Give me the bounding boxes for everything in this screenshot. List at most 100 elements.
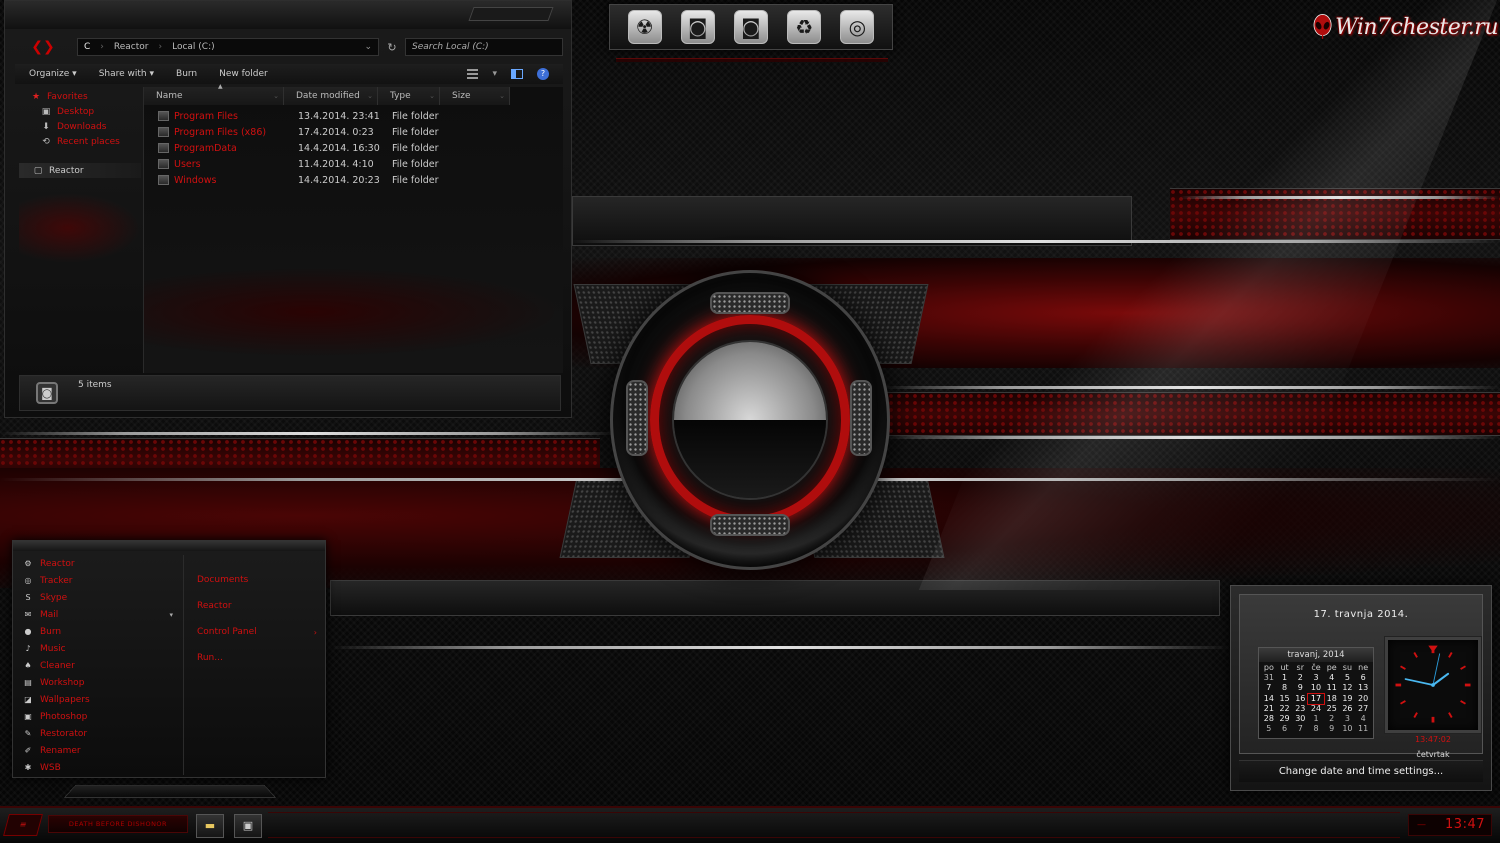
table-row[interactable]: Program Files 13.4.2014. 23:41 File fold…: [144, 109, 563, 125]
table-row[interactable]: ProgramData 14.4.2014. 16:30 File folder: [144, 141, 563, 157]
start-menu-item-reactor[interactable]: ⚙ Reactor: [23, 555, 175, 572]
calendar-day[interactable]: 22: [1277, 704, 1293, 714]
calendar-day[interactable]: 26: [1340, 704, 1356, 714]
burn-button[interactable]: Burn: [176, 69, 197, 79]
calendar-day[interactable]: 7: [1261, 683, 1277, 693]
breadcrumb-reactor[interactable]: Reactor: [114, 42, 149, 52]
calendar-day[interactable]: 14: [1261, 694, 1277, 704]
calendar-day[interactable]: 2: [1292, 673, 1308, 683]
calendar-today[interactable]: 17: [1307, 692, 1325, 705]
start-menu-item-music[interactable]: ♪ Music: [23, 640, 175, 657]
calendar-day[interactable]: 5: [1340, 673, 1356, 683]
chrome-icon[interactable]: ◎: [840, 10, 875, 44]
calendar-day[interactable]: 9: [1324, 724, 1340, 734]
column-header-type[interactable]: Type ⌄: [378, 87, 440, 105]
calendar-day[interactable]: 5: [1261, 724, 1277, 734]
start-menu-link-documents[interactable]: Documents: [197, 567, 321, 593]
start-menu-item-burn[interactable]: ● Burn: [23, 623, 175, 640]
calendar-day[interactable]: 1: [1277, 673, 1293, 683]
drive-alt-icon[interactable]: ◙: [733, 10, 768, 44]
nav-favorites[interactable]: ★ Favorites: [19, 89, 141, 104]
calendar-day[interactable]: 4: [1355, 714, 1371, 724]
table-row[interactable]: Program Files (x86) 17.4.2014. 0:23 File…: [144, 125, 563, 141]
start-menu-item-cleaner[interactable]: ♠ Cleaner: [23, 657, 175, 674]
column-header-date[interactable]: Date modified ⌄: [284, 87, 378, 105]
chevron-down-icon[interactable]: ▾: [492, 69, 497, 79]
calendar-day[interactable]: 21: [1261, 704, 1277, 714]
calendar-day[interactable]: 27: [1355, 704, 1371, 714]
calendar-day[interactable]: 28: [1261, 714, 1277, 724]
taskbar-clock[interactable]: — 13:47: [1408, 814, 1492, 836]
clock-calendar-gadget[interactable]: 17. travnja 2014. travanj, 2014 po ut sr če…: [1230, 585, 1492, 791]
calendar-day[interactable]: 15: [1277, 694, 1293, 704]
start-menu-item-skype[interactable]: S Skype: [23, 589, 175, 606]
change-date-time-link[interactable]: Change date and time settings...: [1239, 760, 1483, 782]
start-menu-item-wallpapers[interactable]: ◪ Wallpapers: [23, 691, 175, 708]
recycle-icon[interactable]: ♻: [787, 10, 822, 44]
taskbar-explorer-app[interactable]: ▬: [196, 814, 224, 838]
nav-reactor[interactable]: ▢ Reactor: [19, 163, 141, 178]
search-input[interactable]: Search Local (C:): [405, 38, 563, 56]
calendar-day[interactable]: 6: [1277, 724, 1293, 734]
explorer-window[interactable]: ❮ ❯ C › Reactor › Local (C:) ⌄ ↻ Search L…: [4, 0, 572, 418]
chevron-down-icon[interactable]: ⌄: [364, 42, 372, 52]
calendar-day[interactable]: 6: [1355, 673, 1371, 683]
calendar-day[interactable]: 29: [1277, 714, 1293, 724]
calendar-day[interactable]: 23: [1292, 704, 1308, 714]
forward-arrow-icon[interactable]: ❯: [43, 39, 55, 55]
chevron-down-icon[interactable]: ▾: [169, 611, 173, 619]
calendar-day[interactable]: 10: [1308, 683, 1324, 693]
refresh-icon[interactable]: ↻: [385, 41, 399, 54]
help-icon[interactable]: ?: [537, 68, 549, 80]
organize-button[interactable]: Organize ▾: [29, 69, 77, 79]
calendar-day[interactable]: 30: [1292, 714, 1308, 724]
calendar-day[interactable]: 2: [1324, 714, 1340, 724]
calendar-day[interactable]: 4: [1324, 673, 1340, 683]
calendar-day[interactable]: 1: [1308, 714, 1324, 724]
start-menu-item-mail[interactable]: ✉ Mail ▾: [23, 606, 175, 623]
calendar-day[interactable]: 8: [1308, 724, 1324, 734]
start-menu-item-wsb[interactable]: ✱ WSB: [23, 759, 175, 776]
breadcrumb-local-c[interactable]: Local (C:): [172, 42, 215, 52]
calendar-day[interactable]: 11: [1355, 724, 1371, 734]
calendar-day[interactable]: 31: [1261, 673, 1277, 683]
column-header-name[interactable]: Name ⌄: [144, 87, 284, 105]
nav-desktop[interactable]: ▣ Desktop: [19, 104, 141, 119]
start-button[interactable]: ≡: [3, 814, 43, 836]
calendar-day[interactable]: 13: [1355, 683, 1371, 693]
view-options-icon[interactable]: [467, 69, 479, 79]
start-menu-item-tracker[interactable]: ◎ Tracker: [23, 572, 175, 589]
table-row[interactable]: Windows 14.4.2014. 20:23 File folder: [144, 173, 563, 189]
calendar-day[interactable]: 11: [1324, 683, 1340, 693]
calendar-day[interactable]: 8: [1277, 683, 1293, 693]
taskbar-media-app[interactable]: ▣: [234, 814, 262, 838]
start-menu-link-run[interactable]: Run...: [197, 645, 321, 671]
nav-recent-places[interactable]: ⟲ Recent places: [19, 134, 141, 149]
calendar-day[interactable]: 24: [1308, 704, 1324, 714]
calendar-day[interactable]: 7: [1292, 724, 1308, 734]
drive-icon[interactable]: ◙: [680, 10, 715, 44]
table-row[interactable]: Users 11.4.2014. 4:10 File folder: [144, 157, 563, 173]
calendar-day[interactable]: 9: [1292, 683, 1308, 693]
calendar-day[interactable]: 19: [1340, 694, 1356, 704]
calendar-day[interactable]: 3: [1340, 714, 1356, 724]
calendar-day[interactable]: 10: [1340, 724, 1356, 734]
start-menu-link-control-panel[interactable]: Control Panel ›: [197, 619, 321, 645]
new-folder-button[interactable]: New folder: [219, 69, 268, 79]
radiation-icon[interactable]: ☢: [627, 10, 662, 44]
calendar-day[interactable]: 16: [1292, 694, 1308, 704]
calendar-month[interactable]: travanj, 2014: [1259, 648, 1373, 662]
calendar-day[interactable]: 3: [1308, 673, 1324, 683]
share-with-button[interactable]: Share with ▾: [99, 69, 154, 79]
back-arrow-icon[interactable]: ❮: [31, 39, 43, 55]
explorer-titlebar[interactable]: [5, 1, 571, 29]
nav-downloads[interactable]: ⬇ Downloads: [19, 119, 141, 134]
calendar-day[interactable]: 18: [1324, 694, 1340, 704]
preview-pane-icon[interactable]: [511, 69, 523, 79]
start-menu-item-renamer[interactable]: ✐ Renamer: [23, 742, 175, 759]
start-menu-item-workshop[interactable]: ▤ Workshop: [23, 674, 175, 691]
address-bar[interactable]: C › Reactor › Local (C:) ⌄: [77, 38, 379, 56]
back-forward-buttons[interactable]: ❮ ❯: [15, 38, 71, 56]
start-menu-link-reactor[interactable]: Reactor: [197, 593, 321, 619]
calendar-day[interactable]: 20: [1355, 694, 1371, 704]
